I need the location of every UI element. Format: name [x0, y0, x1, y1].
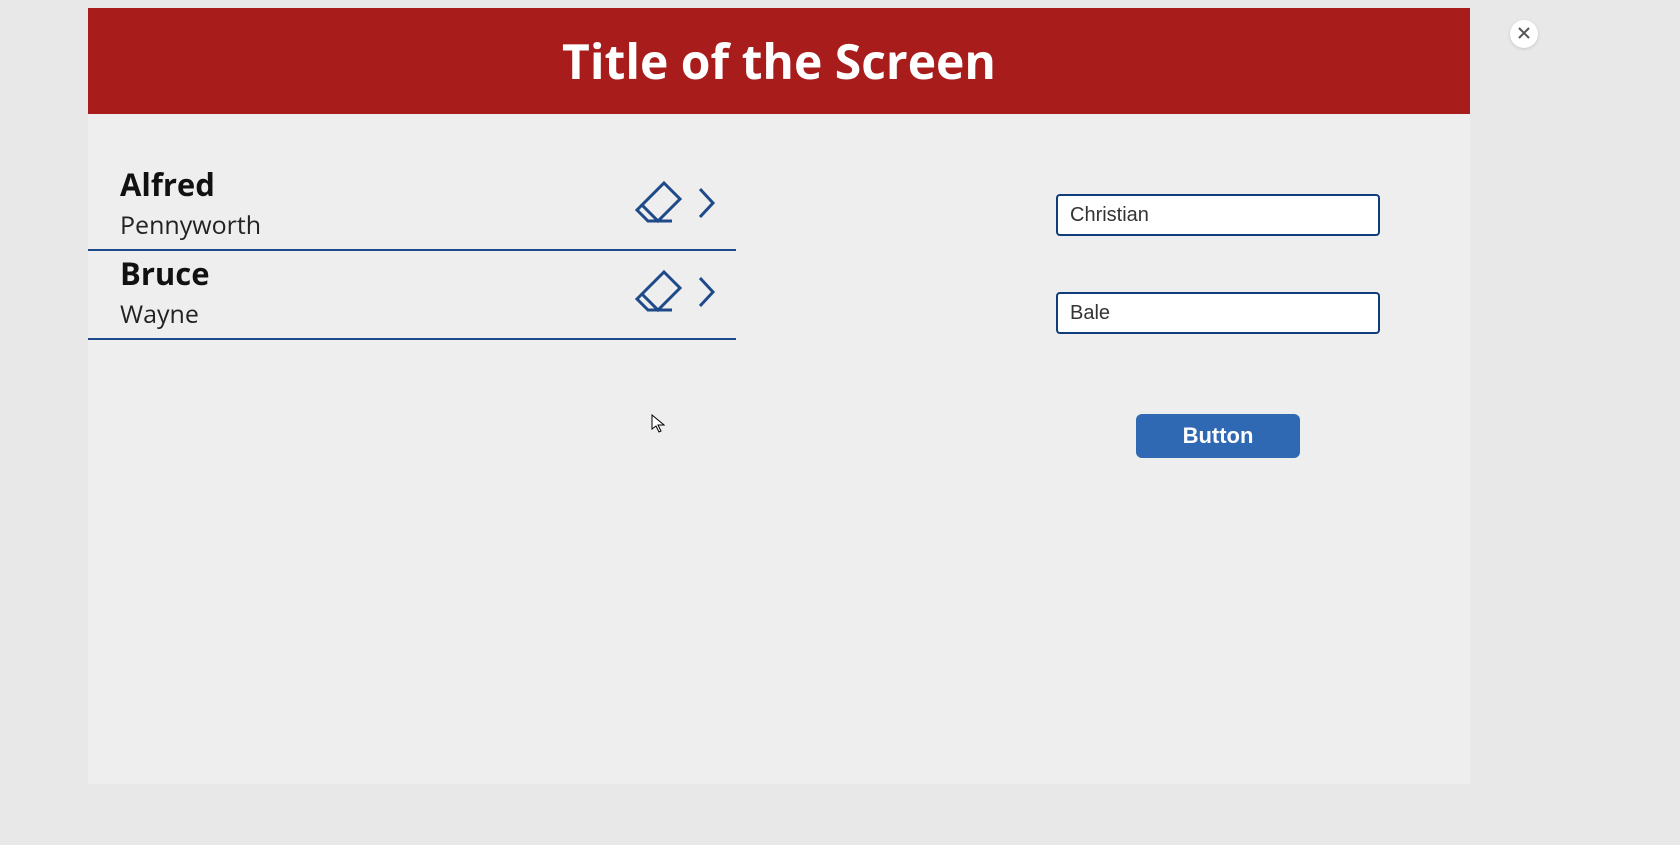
- first-name-input[interactable]: [1056, 194, 1380, 236]
- eraser-icon[interactable]: [634, 177, 686, 234]
- chevron-right-icon[interactable]: [698, 185, 716, 226]
- submit-button[interactable]: Button: [1136, 414, 1300, 458]
- list-first-name: Alfred: [120, 166, 261, 205]
- list-item[interactable]: Bruce Wayne: [88, 251, 736, 340]
- last-name-input[interactable]: [1056, 292, 1380, 334]
- content: Alfred Pennyworth: [88, 114, 1470, 458]
- list-last-name: Pennyworth: [120, 205, 261, 245]
- close-icon: [1517, 26, 1531, 43]
- list-item-text: Alfred Pennyworth: [120, 166, 261, 245]
- header: Title of the Screen: [88, 8, 1470, 114]
- list-item-controls: [634, 266, 736, 323]
- close-button[interactable]: [1510, 20, 1538, 48]
- chevron-right-icon[interactable]: [698, 274, 716, 315]
- page-title: Title of the Screen: [562, 29, 996, 94]
- list-item-controls: [634, 177, 736, 234]
- eraser-icon[interactable]: [634, 266, 686, 323]
- list-item-text: Bruce Wayne: [120, 255, 210, 334]
- list-last-name: Wayne: [120, 294, 210, 334]
- list-item[interactable]: Alfred Pennyworth: [88, 162, 736, 251]
- form-column: Button: [1056, 162, 1380, 458]
- list-first-name: Bruce: [120, 255, 210, 294]
- modal: Title of the Screen Alfred Pennyworth: [88, 8, 1470, 784]
- button-container: Button: [1056, 414, 1380, 458]
- list-column: Alfred Pennyworth: [88, 162, 736, 458]
